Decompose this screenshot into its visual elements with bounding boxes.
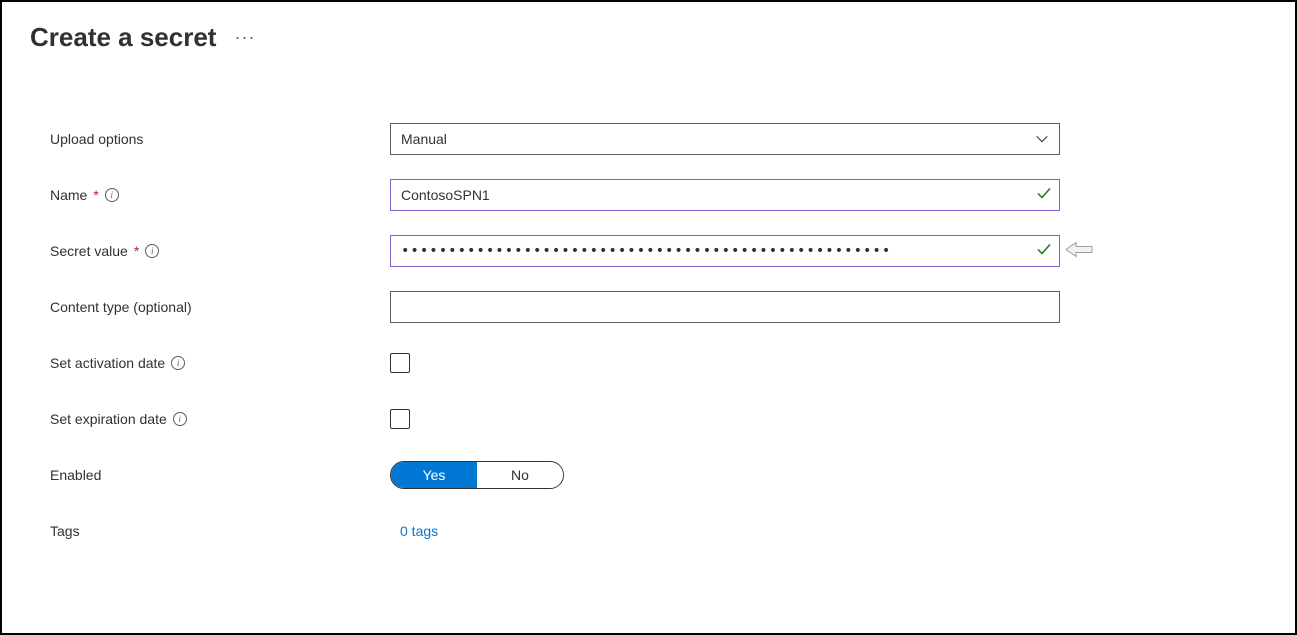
arrow-left-icon <box>1066 241 1094 262</box>
required-star-icon: * <box>93 187 98 203</box>
row-content-type: Content type (optional) <box>50 291 1267 323</box>
label-secret-value: Secret value * i <box>50 243 390 259</box>
form-area: Upload options Manual Name * i <box>30 123 1267 547</box>
label-name-text: Name <box>50 187 87 203</box>
label-secret-value-text: Secret value <box>50 243 128 259</box>
label-content-type-text: Content type (optional) <box>50 299 192 315</box>
enabled-toggle-yes[interactable]: Yes <box>391 462 477 488</box>
row-name: Name * i <box>50 179 1267 211</box>
info-icon[interactable]: i <box>145 244 159 258</box>
label-tags-text: Tags <box>50 523 80 539</box>
label-content-type: Content type (optional) <box>50 299 390 315</box>
label-enabled-text: Enabled <box>50 467 101 483</box>
label-upload-options-text: Upload options <box>50 131 143 147</box>
tags-link[interactable]: 0 tags <box>390 523 438 539</box>
label-activation-date: Set activation date i <box>50 355 390 371</box>
info-icon[interactable]: i <box>105 188 119 202</box>
enabled-toggle: Yes No <box>390 461 564 489</box>
info-icon[interactable]: i <box>173 412 187 426</box>
label-expiration-date-text: Set expiration date <box>50 411 167 427</box>
row-activation-date: Set activation date i <box>50 347 1267 379</box>
page-header: Create a secret ··· <box>30 22 1267 53</box>
enabled-toggle-no[interactable]: No <box>477 462 563 488</box>
activation-date-checkbox[interactable] <box>390 353 410 373</box>
row-tags: Tags 0 tags <box>50 515 1267 547</box>
label-name: Name * i <box>50 187 390 203</box>
upload-options-dropdown[interactable]: Manual <box>390 123 1060 155</box>
chevron-down-icon <box>1035 132 1049 146</box>
info-icon[interactable]: i <box>171 356 185 370</box>
label-expiration-date: Set expiration date i <box>50 411 390 427</box>
page-title: Create a secret <box>30 22 216 53</box>
upload-options-value: Manual <box>401 131 447 147</box>
content-type-input[interactable] <box>390 291 1060 323</box>
create-secret-panel: Create a secret ··· Upload options Manua… <box>0 0 1297 635</box>
label-tags: Tags <box>50 523 390 539</box>
row-enabled: Enabled Yes No <box>50 459 1267 491</box>
expiration-date-checkbox[interactable] <box>390 409 410 429</box>
secret-value-input[interactable]: ••••••••••••••••••••••••••••••••••••••••… <box>390 235 1060 267</box>
row-expiration-date: Set expiration date i <box>50 403 1267 435</box>
name-input[interactable] <box>390 179 1060 211</box>
row-upload-options: Upload options Manual <box>50 123 1267 155</box>
label-upload-options: Upload options <box>50 131 390 147</box>
row-secret-value: Secret value * i •••••••••••••••••••••••… <box>50 235 1267 267</box>
more-actions-icon[interactable]: ··· <box>234 27 255 48</box>
label-enabled: Enabled <box>50 467 390 483</box>
required-star-icon: * <box>134 243 139 259</box>
label-activation-date-text: Set activation date <box>50 355 165 371</box>
